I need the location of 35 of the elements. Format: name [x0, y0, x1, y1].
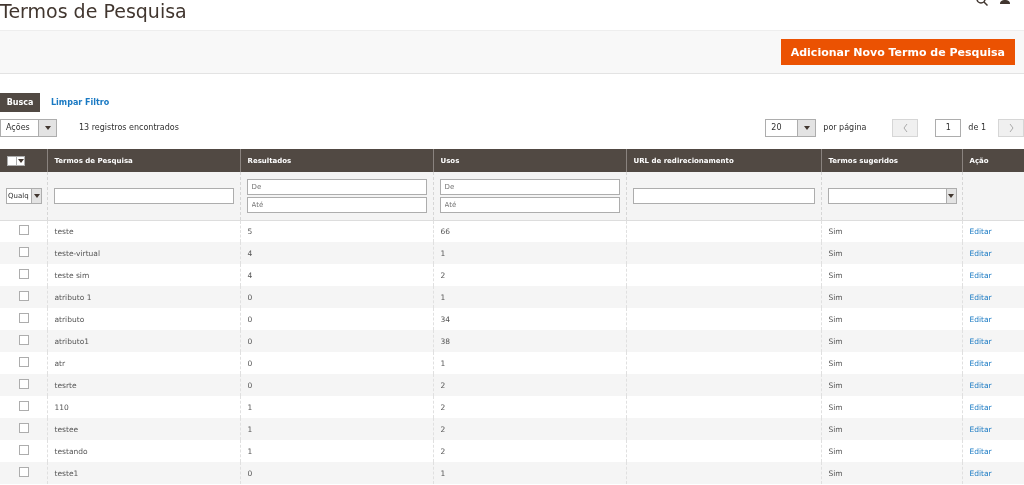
term-filter-field[interactable]	[53, 187, 234, 204]
caret-icon	[803, 125, 810, 130]
row-checkbox[interactable]	[19, 335, 29, 345]
row-checkbox[interactable]	[19, 313, 29, 323]
suggested-filter-select[interactable]	[827, 187, 957, 204]
records-count: 13 registros encontrados	[79, 123, 179, 132]
caret-icon	[948, 193, 954, 198]
mass-select-dropdown[interactable]	[7, 156, 25, 166]
actions-select[interactable]: Ações	[0, 118, 57, 137]
caret-icon	[33, 193, 40, 198]
page-count: de 1	[968, 123, 986, 132]
row-checkbox[interactable]	[19, 269, 29, 279]
previous-page-button[interactable]	[892, 118, 919, 137]
caret-icon	[44, 125, 51, 130]
per-page-select[interactable]: 20	[765, 118, 817, 137]
search-button[interactable]: Busca	[0, 93, 40, 112]
url-filter-field[interactable]	[632, 187, 815, 204]
add-search-term-button[interactable]: Adicionar Novo Termo de Pesquisa	[780, 39, 1015, 65]
row-checkbox[interactable]	[19, 247, 29, 257]
row-checkbox[interactable]	[19, 291, 29, 301]
per-page-label: por página	[823, 123, 867, 132]
row-checkbox[interactable]	[19, 445, 29, 455]
clear-filter-link[interactable]: Limpar Filtro	[51, 98, 110, 107]
next-page-button[interactable]	[998, 118, 1024, 137]
page-input[interactable]: 1	[935, 118, 962, 137]
row-checkbox[interactable]	[19, 467, 29, 477]
row-checkbox[interactable]	[19, 379, 29, 389]
row-checkbox[interactable]	[19, 401, 29, 411]
chevron-right-icon	[1008, 123, 1014, 132]
row-checkbox[interactable]	[19, 423, 29, 433]
chevron-left-icon	[902, 123, 908, 132]
page-title: Termos de Pesquisa	[0, 0, 187, 23]
caret-icon	[17, 159, 24, 163]
row-checkbox[interactable]	[19, 357, 29, 367]
row-checkbox[interactable]	[19, 225, 29, 236]
